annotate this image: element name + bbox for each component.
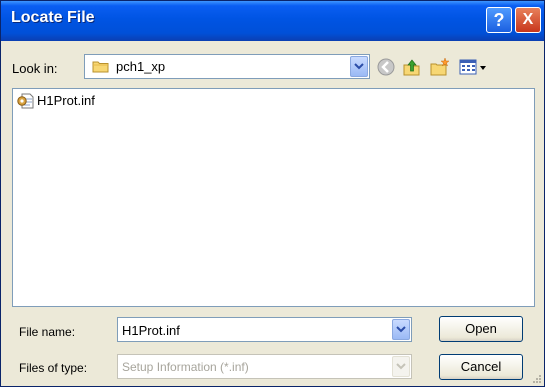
locate-file-dialog: Locate File ? X Look in: pch1_xp H1Prot.… bbox=[0, 0, 545, 387]
cancel-button[interactable]: Cancel bbox=[439, 354, 523, 380]
folder-icon bbox=[92, 61, 109, 73]
file-name-dropdown-button[interactable] bbox=[392, 319, 410, 340]
view-menu-icon[interactable] bbox=[459, 57, 489, 77]
file-name-label: H1Prot.inf bbox=[37, 93, 95, 108]
look-in-label: Look in: bbox=[12, 61, 58, 76]
look-in-dropdown-button[interactable] bbox=[350, 56, 368, 77]
look-in-value: pch1_xp bbox=[116, 59, 166, 74]
files-of-type-dropdown-button bbox=[392, 356, 410, 377]
dialog-title: Locate File bbox=[11, 9, 95, 26]
files-of-type-select: Setup Information (*.inf) bbox=[117, 354, 412, 379]
title-bar[interactable]: Locate File ? X bbox=[1, 1, 544, 41]
resize-grip-icon[interactable] bbox=[532, 374, 542, 384]
chevron-down-icon bbox=[396, 326, 406, 333]
open-button[interactable]: Open bbox=[439, 316, 523, 342]
close-button[interactable]: X bbox=[515, 7, 541, 33]
up-folder-icon[interactable] bbox=[402, 57, 422, 77]
file-name-label: File name: bbox=[19, 325, 76, 339]
files-of-type-label: Files of type: bbox=[19, 361, 88, 375]
file-name-value[interactable]: H1Prot.inf bbox=[122, 323, 180, 338]
chevron-down-icon bbox=[396, 363, 406, 370]
look-in-combo[interactable]: pch1_xp bbox=[84, 54, 370, 79]
setup-info-file-icon bbox=[17, 93, 34, 109]
file-list[interactable]: H1Prot.inf bbox=[12, 88, 535, 307]
back-icon[interactable] bbox=[376, 57, 396, 77]
chevron-down-icon bbox=[354, 63, 364, 70]
help-button[interactable]: ? bbox=[486, 7, 512, 33]
new-folder-icon[interactable] bbox=[430, 57, 450, 77]
file-name-input[interactable]: H1Prot.inf bbox=[117, 317, 412, 342]
files-of-type-value: Setup Information (*.inf) bbox=[122, 360, 249, 374]
